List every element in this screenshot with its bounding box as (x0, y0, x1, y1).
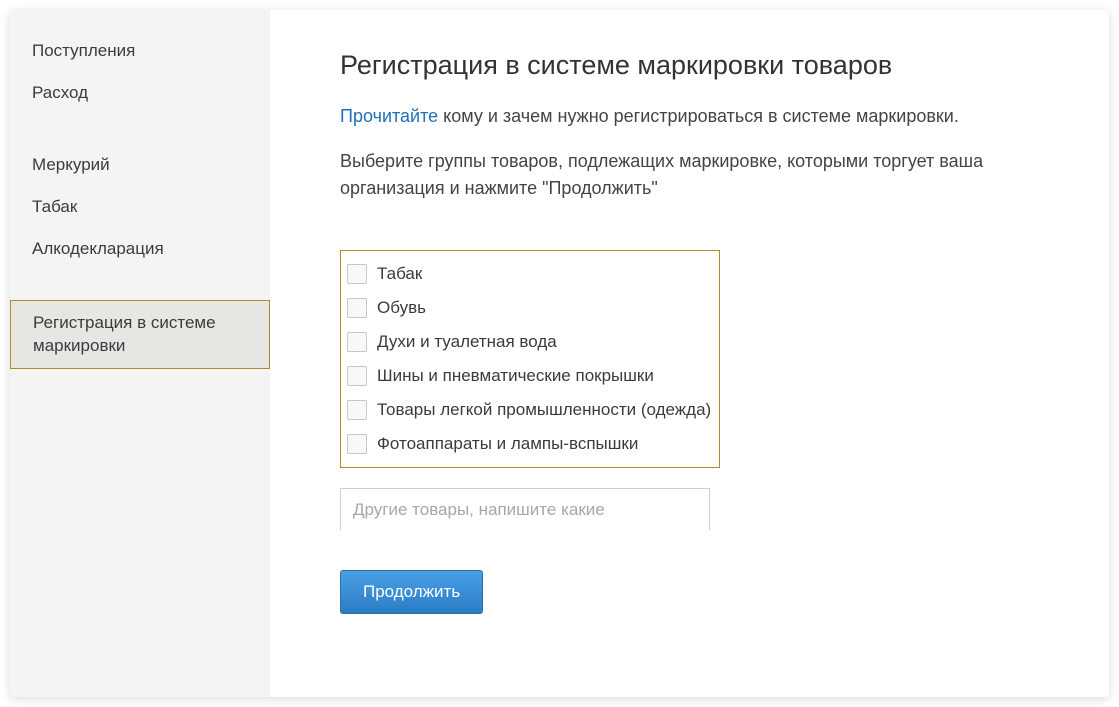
sidebar-group-3: Регистрация в системе маркировки (10, 300, 270, 368)
checkbox-label: Товары легкой промышленности (одежда) (377, 400, 711, 420)
sidebar: Поступления Расход Меркурий Табак Алкоде… (10, 10, 270, 697)
page-title: Регистрация в системе маркировки товаров (340, 50, 1039, 81)
other-input-wrap (340, 468, 1039, 530)
instruction-paragraph: Выберите группы товаров, подлежащих марк… (340, 148, 1039, 202)
intro-rest: кому и зачем нужно регистрироваться в си… (438, 106, 959, 126)
checkbox-clothing[interactable] (347, 400, 367, 420)
checkbox-cameras[interactable] (347, 434, 367, 454)
sidebar-group-1: Поступления Расход (10, 30, 270, 114)
other-goods-input[interactable] (340, 488, 710, 530)
read-link[interactable]: Прочитайте (340, 106, 438, 126)
continue-button[interactable]: Продолжить (340, 570, 483, 614)
checkbox-label: Табак (377, 264, 422, 284)
checkbox-tobacco[interactable] (347, 264, 367, 284)
checkbox-label: Обувь (377, 298, 426, 318)
sidebar-item-registration[interactable]: Регистрация в системе маркировки (10, 300, 270, 368)
sidebar-item-expense[interactable]: Расход (10, 72, 270, 114)
checkbox-label: Фотоаппараты и лампы-вспышки (377, 434, 638, 454)
checkbox-row-clothing[interactable]: Товары легкой промышленности (одежда) (347, 393, 711, 427)
checkbox-shoes[interactable] (347, 298, 367, 318)
checkbox-label: Шины и пневматические покрышки (377, 366, 654, 386)
checkbox-row-tires[interactable]: Шины и пневматические покрышки (347, 359, 711, 393)
sidebar-item-mercury[interactable]: Меркурий (10, 144, 270, 186)
sidebar-item-tobacco[interactable]: Табак (10, 186, 270, 228)
sidebar-item-label: Поступления (32, 41, 135, 60)
sidebar-item-label: Регистрация в системе маркировки (33, 313, 216, 354)
checkbox-group: Табак Обувь Духи и туалетная вода Шины и… (340, 250, 720, 468)
checkbox-tires[interactable] (347, 366, 367, 386)
sidebar-group-2: Меркурий Табак Алкодекларация (10, 144, 270, 270)
checkbox-row-tobacco[interactable]: Табак (347, 257, 711, 291)
sidebar-item-label: Алкодекларация (32, 239, 164, 258)
intro-paragraph: Прочитайте кому и зачем нужно регистриро… (340, 103, 1039, 130)
checkbox-row-cameras[interactable]: Фотоаппараты и лампы-вспышки (347, 427, 711, 461)
checkbox-label: Духи и туалетная вода (377, 332, 557, 352)
app-window: Поступления Расход Меркурий Табак Алкоде… (10, 10, 1109, 697)
sidebar-item-label: Меркурий (32, 155, 110, 174)
checkbox-perfume[interactable] (347, 332, 367, 352)
checkbox-row-perfume[interactable]: Духи и туалетная вода (347, 325, 711, 359)
sidebar-item-label: Табак (32, 197, 77, 216)
sidebar-item-alco[interactable]: Алкодекларация (10, 228, 270, 270)
checkbox-row-shoes[interactable]: Обувь (347, 291, 711, 325)
main-content: Регистрация в системе маркировки товаров… (270, 10, 1109, 697)
sidebar-item-label: Расход (32, 83, 88, 102)
sidebar-item-receipts[interactable]: Поступления (10, 30, 270, 72)
